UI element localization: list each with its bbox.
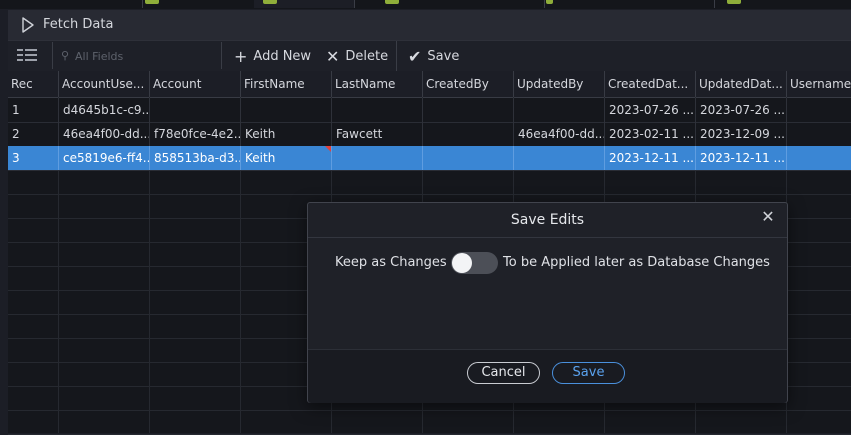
cell-accountuser[interactable]: d4645b1c-c9... bbox=[59, 98, 150, 122]
column-header-accountuser[interactable]: AccountUse... bbox=[59, 71, 150, 97]
cell-createdby[interactable] bbox=[423, 98, 514, 122]
cell-createdby[interactable] bbox=[423, 122, 514, 146]
column-header-createddate[interactable]: CreatedDat... bbox=[605, 71, 696, 97]
apply-later-label: To be Applied later as Database Changes bbox=[503, 255, 770, 270]
cell-updatedby[interactable] bbox=[514, 98, 605, 122]
cell-firstname[interactable]: Keith bbox=[241, 122, 332, 146]
toolbar-divider bbox=[396, 41, 397, 72]
table-row[interactable]: 2 46ea4f00-dd... f78e0fce-4e2... Keith F… bbox=[8, 122, 851, 147]
cell-username[interactable] bbox=[787, 146, 851, 170]
column-chooser-icon[interactable] bbox=[16, 47, 38, 65]
column-header-account[interactable]: Account bbox=[150, 71, 241, 97]
empty-row bbox=[8, 410, 851, 435]
dialog-save-button[interactable]: Save bbox=[552, 362, 625, 384]
cell-username[interactable] bbox=[787, 122, 851, 146]
cell-account[interactable]: 858513ba-d3... bbox=[150, 146, 241, 170]
plus-icon: + bbox=[234, 46, 248, 66]
cell-account[interactable]: f78e0fce-4e2... bbox=[150, 122, 241, 146]
table-icon bbox=[385, 0, 399, 4]
search-input[interactable]: ⚲ All Fields bbox=[52, 42, 222, 69]
dialog-divider bbox=[308, 237, 787, 238]
column-header-firstname[interactable]: FirstName bbox=[241, 71, 332, 97]
column-header-lastname[interactable]: LastName bbox=[332, 71, 423, 97]
table-row[interactable]: 1 d4645b1c-c9... 2023-07-26 ... 2023-07-… bbox=[8, 98, 851, 123]
cell-rec[interactable]: 2 bbox=[8, 122, 59, 146]
delete-button[interactable]: ✕ Delete bbox=[326, 46, 388, 66]
cell-updateddate[interactable]: 2023-12-09 ... bbox=[696, 122, 787, 146]
cell-lastname[interactable]: Fawcett bbox=[332, 122, 423, 146]
grid-toolbar: ⚲ All Fields + Add New ✕ Delete ✔ Save bbox=[8, 40, 851, 72]
dialog-title: Save Edits bbox=[510, 212, 585, 228]
document-tab-active[interactable] bbox=[254, 0, 355, 8]
cell-createddate[interactable]: 2023-02-11 ... bbox=[605, 122, 696, 146]
keep-changes-label: Keep as Changes bbox=[335, 255, 447, 270]
cell-createddate[interactable]: 2023-12-11 ... bbox=[605, 146, 696, 170]
column-header-rec[interactable]: Rec bbox=[8, 71, 59, 97]
fetch-data-button[interactable]: Fetch Data bbox=[8, 10, 851, 40]
dialog-footer: Cancel Save bbox=[308, 349, 787, 403]
column-header-username[interactable]: Username bbox=[787, 71, 851, 97]
document-tab[interactable] bbox=[142, 0, 255, 8]
cell-updatedby[interactable]: 46ea4f00-dd... bbox=[514, 122, 605, 146]
fetch-data-label: Fetch Data bbox=[43, 17, 114, 32]
cell-username[interactable] bbox=[787, 98, 851, 122]
cell-updateddate[interactable]: 2023-07-26 ... bbox=[696, 98, 787, 122]
table-icon bbox=[546, 0, 553, 4]
save-edits-dialog: Save Edits ✕ Keep as Changes To be Appli… bbox=[307, 202, 788, 403]
cell-account[interactable] bbox=[150, 98, 241, 122]
toggle-knob bbox=[452, 253, 472, 273]
close-icon: ✕ bbox=[326, 46, 340, 66]
save-button[interactable]: ✔ Save bbox=[408, 46, 459, 66]
delete-label: Delete bbox=[345, 48, 389, 64]
document-tab-strip bbox=[0, 0, 851, 9]
cell-createdby[interactable] bbox=[423, 146, 514, 170]
check-icon: ✔ bbox=[408, 46, 422, 66]
save-label: Save bbox=[427, 48, 460, 64]
modified-cell-marker bbox=[325, 146, 331, 152]
document-tab[interactable] bbox=[370, 0, 545, 8]
add-new-label: Add New bbox=[253, 48, 312, 64]
cell-lastname[interactable] bbox=[332, 98, 423, 122]
cancel-button[interactable]: Cancel bbox=[467, 362, 540, 384]
cell-lastname[interactable] bbox=[332, 146, 423, 170]
empty-row bbox=[8, 170, 851, 195]
column-header-updatedby[interactable]: UpdatedBy bbox=[514, 71, 605, 97]
cell-updateddate[interactable]: 2023-12-11 ... bbox=[696, 146, 787, 170]
table-icon bbox=[727, 0, 741, 4]
table-icon bbox=[263, 0, 277, 4]
cell-accountuser[interactable]: 46ea4f00-dd... bbox=[59, 122, 150, 146]
search-placeholder: All Fields bbox=[75, 50, 124, 63]
document-tab[interactable] bbox=[544, 0, 715, 8]
add-new-button[interactable]: + Add New bbox=[234, 46, 311, 66]
cell-createddate[interactable]: 2023-07-26 ... bbox=[605, 98, 696, 122]
cell-firstname[interactable] bbox=[241, 98, 332, 122]
cell-rec[interactable]: 1 bbox=[8, 98, 59, 122]
search-icon: ⚲ bbox=[61, 49, 70, 62]
cell-rec[interactable]: 3 bbox=[8, 146, 59, 170]
play-icon bbox=[22, 17, 34, 33]
column-header-updateddate[interactable]: UpdatedDat... bbox=[696, 71, 787, 97]
document-tab[interactable] bbox=[714, 0, 851, 8]
document-tab[interactable] bbox=[0, 0, 143, 8]
apply-mode-toggle[interactable] bbox=[451, 252, 498, 274]
cell-firstname[interactable]: Keith bbox=[241, 146, 332, 170]
table-row-selected[interactable]: 3 ce5819e6-ff4... 858513ba-d3... Keith 2… bbox=[8, 146, 851, 171]
cell-updatedby[interactable] bbox=[514, 146, 605, 170]
cell-accountuser[interactable]: ce5819e6-ff4... bbox=[59, 146, 150, 170]
grid-header: Rec AccountUse... Account FirstName Last… bbox=[8, 71, 851, 98]
column-header-createdby[interactable]: CreatedBy bbox=[423, 71, 514, 97]
table-icon bbox=[145, 0, 159, 4]
close-icon[interactable]: ✕ bbox=[760, 209, 776, 225]
